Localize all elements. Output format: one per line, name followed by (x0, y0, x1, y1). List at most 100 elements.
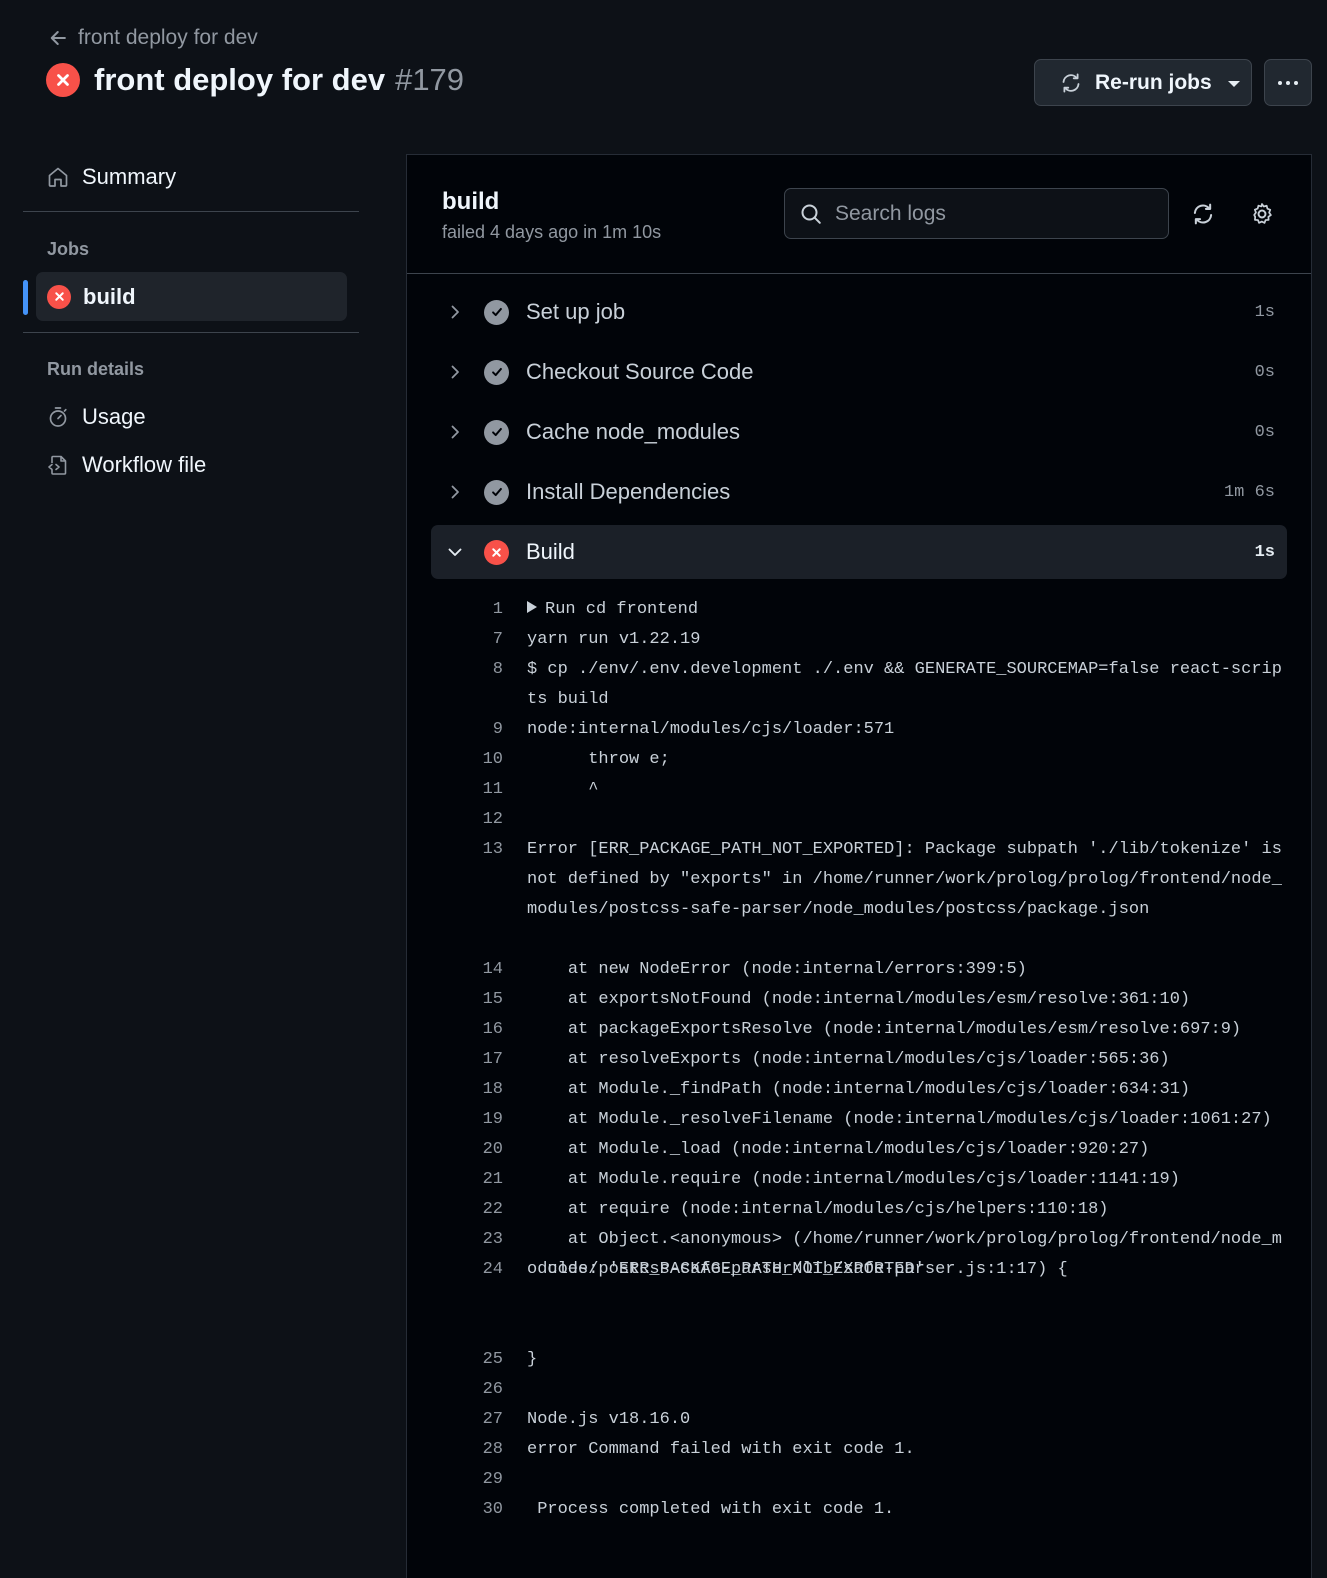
x-circle-icon (46, 63, 80, 97)
log-text: Run cd frontend (545, 600, 699, 619)
step-name: Install Dependencies (526, 479, 731, 504)
page-title-row: front deploy for dev #179 (46, 62, 464, 98)
triangle-down-icon (1227, 80, 1240, 87)
line-number: 20 (482, 1140, 503, 1159)
line-number: 28 (482, 1440, 503, 1459)
step-duration: 1s (1254, 302, 1275, 322)
line-number: 25 (482, 1350, 503, 1369)
page-title: front deploy for dev (94, 62, 386, 97)
line-number: 15 (482, 990, 503, 1009)
job-title: build (442, 188, 500, 215)
line-number: 18 (482, 1080, 503, 1099)
sidebar-item-label: Usage (82, 404, 146, 429)
chevron-down-icon (448, 548, 462, 556)
line-number: 24 (482, 1260, 503, 1279)
step-row[interactable]: Checkout Source Code 0s (431, 345, 1287, 399)
x-circle-icon (484, 539, 509, 565)
sidebar-item-label: Summary (82, 164, 177, 189)
chevron-right-icon (451, 485, 459, 499)
refresh-icon[interactable] (1190, 201, 1216, 227)
log-text: at Module.require (node:internal/modules… (527, 1170, 1180, 1189)
step-name: Cache node_modules (526, 419, 741, 444)
log-text: code: 'ERR_PACKAGE_PATH_NOT_EXPORTED' (527, 1260, 925, 1279)
sidebar-item-workflow-file[interactable]: Workflow file (46, 452, 206, 478)
line-number: 14 (482, 960, 503, 979)
log-text: yarn run v1.22.19 (527, 630, 701, 649)
sync-icon (1062, 73, 1080, 92)
job-header: build failed 4 days ago in 1m 10s (407, 155, 1311, 274)
chevron-right-icon (451, 425, 459, 439)
kebab-dot (1278, 80, 1282, 85)
rerun-jobs-label: Re-run jobs (1095, 70, 1212, 94)
step-duration: 0s (1254, 422, 1275, 442)
check-circle-icon (484, 479, 509, 505)
search-logs-box[interactable] (784, 188, 1169, 239)
active-job-indicator (23, 280, 28, 315)
line-number: 19 (482, 1110, 503, 1129)
step-row[interactable]: Install Dependencies 1m 6s (431, 465, 1287, 519)
line-number: 9 (492, 720, 503, 739)
log-text: at require (node:internal/modules/cjs/he… (527, 1200, 1109, 1219)
file-code-icon (48, 455, 67, 475)
log-text: at Module._resolveFilename (node:interna… (527, 1110, 1272, 1129)
check-circle-icon (484, 359, 509, 385)
sidebar-item-label: Workflow file (82, 452, 207, 477)
gear-icon[interactable] (1249, 201, 1275, 227)
step-row[interactable]: Cache node_modules 0s (431, 405, 1287, 459)
chevron-right-icon (451, 305, 459, 319)
step-duration: 0s (1254, 362, 1275, 382)
stopwatch-icon (49, 407, 67, 427)
line-number: 23 (482, 1230, 503, 1249)
search-logs-input[interactable] (835, 201, 1145, 226)
step-name: Build (526, 539, 575, 564)
log-text: } (527, 1350, 538, 1369)
log-text: at exportsNotFound (node:internal/module… (527, 990, 1191, 1009)
kebab-dot (1294, 80, 1298, 85)
step-row[interactable]: Set up job 1s (431, 285, 1287, 339)
chevron-right-icon (451, 365, 459, 379)
log-text: Node.js v18.16.0 (527, 1410, 691, 1429)
sidebar-divider (23, 332, 359, 333)
log-text: throw e; (527, 750, 670, 769)
log-text: Process completed with exit code 1. (527, 1500, 895, 1519)
log-text: $ cp ./env/.env.development ./.env && GE… (527, 660, 1282, 709)
line-number: 17 (482, 1050, 503, 1069)
more-options-button[interactable] (1264, 59, 1312, 106)
kebab-dot (1286, 80, 1290, 85)
sidebar-item-usage[interactable]: Usage (46, 404, 146, 430)
home-icon (48, 167, 68, 187)
line-number: 26 (482, 1380, 503, 1399)
job-meta: failed 4 days ago in 1m 10s (442, 222, 662, 242)
line-number: 1 (492, 600, 503, 619)
line-number: 10 (482, 750, 503, 769)
log-text: at Module._findPath (node:internal/modul… (527, 1080, 1191, 1099)
line-number: 30 (482, 1500, 503, 1519)
jobs-heading: Jobs (47, 239, 90, 259)
line-number: 11 (482, 780, 503, 799)
sidebar-item-job-build[interactable]: build (36, 272, 347, 321)
step-row-expanded[interactable]: Build 1s (431, 525, 1287, 579)
sidebar-item-summary[interactable]: Summary (46, 164, 176, 190)
log-text: at new NodeError (node:internal/errors:3… (527, 960, 1027, 979)
line-number: 8 (492, 660, 503, 679)
step-duration: 1m 6s (1223, 482, 1275, 502)
check-circle-icon (484, 299, 509, 325)
line-number: 12 (482, 810, 503, 829)
log-text: Error [ERR_PACKAGE_PATH_NOT_EXPORTED]: P… (527, 840, 1293, 919)
sidebar-item-label: build (83, 283, 136, 309)
line-number: 29 (482, 1470, 503, 1489)
x-circle-icon (47, 284, 71, 309)
step-duration: 1s (1254, 542, 1275, 562)
rerun-jobs-button[interactable]: Re-run jobs (1034, 59, 1252, 106)
step-name: Set up job (526, 299, 626, 324)
step-name: Checkout Source Code (526, 359, 754, 384)
triangle-right-icon (527, 601, 537, 613)
line-number: 27 (482, 1410, 503, 1429)
log-text: at resolveExports (node:internal/modules… (527, 1050, 1170, 1069)
line-number: 22 (482, 1200, 503, 1219)
back-link[interactable]: front deploy for dev (48, 26, 258, 50)
sidebar-divider (23, 211, 359, 212)
search-icon (801, 204, 821, 224)
log-text: ^ (527, 780, 599, 799)
job-log-panel: build failed 4 days ago in 1m 10s Set up… (406, 154, 1312, 1578)
